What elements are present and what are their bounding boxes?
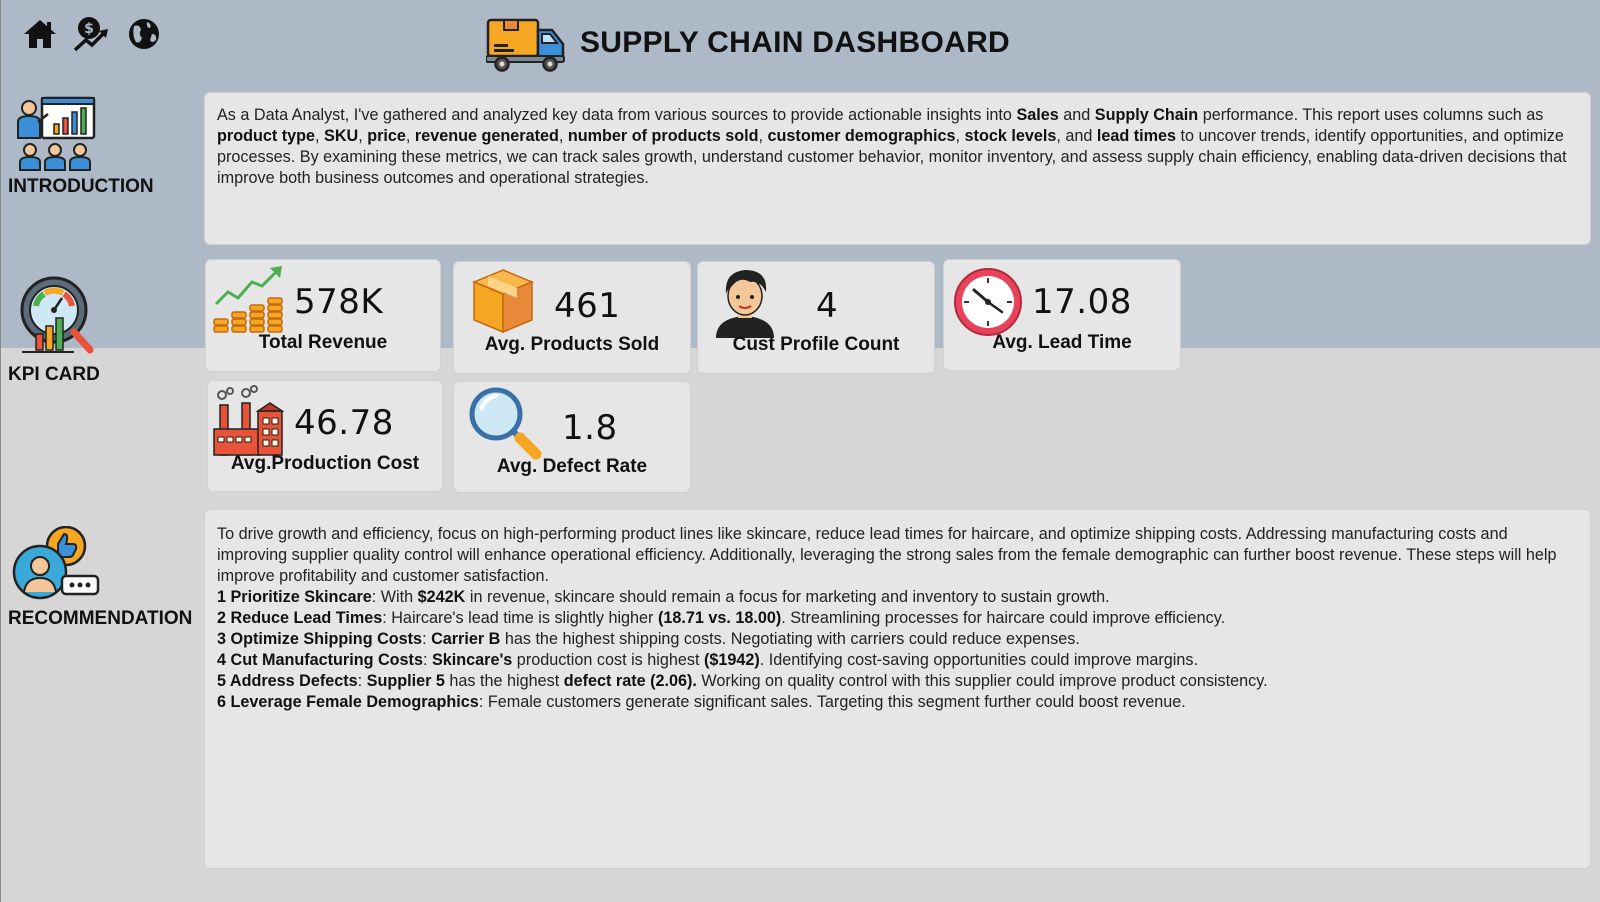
bold-text: 3 Optimize Shipping Costs — [217, 630, 423, 648]
text-segment: As a Data Analyst, I've gathered and ana… — [217, 106, 1017, 124]
recommendation-panel: To drive growth and efficiency, focus on… — [204, 509, 1591, 869]
text-segment: , — [405, 127, 415, 145]
recommendation-item: 6 Leverage Female Demographics: Female c… — [217, 692, 1578, 713]
section-label-kpi: KPI CARD — [8, 364, 100, 385]
text-segment: production cost is highest — [512, 651, 704, 669]
kpi-value-avg-defect-rate: 1.8 — [562, 408, 618, 448]
revenue-growth-icon[interactable]: $ — [72, 14, 112, 54]
text-segment: , — [358, 127, 368, 145]
recommendation-item: 2 Reduce Lead Times: Haircare's lead tim… — [217, 608, 1578, 629]
bold-text: Carrier B — [431, 630, 501, 648]
bold-text: ($1942) — [703, 651, 760, 669]
kpi-label-avg-production-cost: Avg.Production Cost — [230, 453, 420, 474]
bold-text: Skincare's — [431, 651, 513, 669]
bold-text: 5 Address Defects — [217, 672, 358, 690]
introduction-panel: As a Data Analyst, I've gathered and ana… — [204, 92, 1591, 245]
bold-text: Supplier 5 — [366, 672, 445, 690]
text-segment: has the highest — [444, 672, 564, 690]
text-segment: and — [1058, 106, 1095, 124]
kpi-label-avg-products-sold: Avg. Products Sold — [484, 334, 660, 355]
kpi-value-cust-profile-count: 4 — [816, 286, 839, 326]
clock-icon — [954, 268, 1022, 336]
page-title: SUPPLY CHAIN DASHBOARD — [580, 26, 1010, 59]
kpi-section: KPI CARD — [8, 272, 100, 386]
bold-text: number of products sold — [567, 127, 759, 145]
bold-text: revenue generated — [414, 127, 559, 145]
svg-text:$: $ — [84, 21, 94, 37]
text-segment: , — [758, 127, 768, 145]
bold-text: product type — [217, 127, 316, 145]
title-area: SUPPLY CHAIN DASHBOARD — [486, 14, 1010, 72]
kpi-card-cust-profile-count[interactable]: 4 Cust Profile Count — [697, 261, 935, 374]
bold-text: (18.71 vs. 18.00) — [657, 609, 782, 627]
kpi-value-avg-production-cost: 46.78 — [294, 403, 394, 443]
text-segment: : Haircare's lead time is slightly highe… — [382, 609, 658, 627]
globe-icon[interactable] — [124, 14, 164, 54]
text-segment: , — [315, 127, 325, 145]
bold-text: $242K — [417, 588, 466, 606]
kpi-card-avg-defect-rate[interactable]: 1.8 Avg. Defect Rate — [453, 381, 691, 493]
recommendation-intro: To drive growth and efficiency, focus on… — [217, 525, 1557, 585]
feedback-icon — [12, 526, 100, 600]
section-label-recommendation: RECOMMENDATION — [8, 608, 193, 629]
kpi-value-avg-products-sold: 461 — [554, 286, 621, 326]
text-segment: has the highest shipping costs. Negotiat… — [500, 630, 1080, 648]
kpi-value-avg-lead-time: 17.08 — [1032, 282, 1132, 322]
kpi-label-total-revenue: Total Revenue — [258, 332, 388, 353]
text-segment: : Female customers generate significant … — [478, 693, 1186, 711]
text-segment: performance. This report uses columns su… — [1198, 106, 1544, 124]
bold-text: Sales — [1016, 106, 1059, 124]
introduction-section: INTRODUCTION — [8, 96, 154, 198]
bold-text: 2 Reduce Lead Times — [217, 609, 383, 627]
kpi-value-total-revenue: 578K — [294, 282, 384, 322]
bold-text: defect rate (2.06). — [563, 672, 697, 690]
kpi-label-cust-profile-count: Cust Profile Count — [732, 334, 900, 355]
text-segment: . Identifying cost-saving opportunities … — [759, 651, 1198, 669]
recommendation-item: 3 Optimize Shipping Costs: Carrier B has… — [217, 629, 1578, 650]
kpi-card-avg-lead-time[interactable]: 17.08 Avg. Lead Time — [943, 259, 1181, 371]
bold-text: Supply Chain — [1094, 106, 1199, 124]
top-nav: $ — [20, 14, 164, 54]
recommendation-item: 1 Prioritize Skincare: With $242K in rev… — [217, 587, 1578, 608]
text-segment: , and — [1056, 127, 1097, 145]
recommendation-section: RECOMMENDATION — [8, 526, 192, 630]
magnifier-icon — [469, 387, 542, 460]
bold-text: price — [367, 127, 406, 145]
bold-text: lead times — [1096, 127, 1177, 145]
kpi-gauge-icon — [20, 276, 94, 354]
box-icon — [472, 269, 534, 334]
text-segment: , — [955, 127, 965, 145]
left-edge-line — [0, 0, 1, 902]
text-segment: Working on quality control with this sup… — [696, 672, 1268, 690]
kpi-card-avg-products-sold[interactable]: 461 Avg. Products Sold — [453, 261, 691, 374]
bold-text: stock levels — [964, 127, 1057, 145]
home-icon[interactable] — [20, 14, 60, 54]
text-segment: : — [357, 672, 367, 690]
bold-text: customer demographics — [767, 127, 956, 145]
bold-text: SKU — [324, 127, 359, 145]
revenue-chart-icon — [213, 266, 283, 333]
bold-text: 4 Cut Manufacturing Costs — [217, 651, 423, 669]
bold-text: 6 Leverage Female Demographics — [217, 693, 479, 711]
recommendation-list: 1 Prioritize Skincare: With $242K in rev… — [217, 587, 1578, 713]
kpi-label-avg-lead-time: Avg. Lead Time — [992, 332, 1132, 353]
bold-text: 1 Prioritize Skincare — [217, 588, 372, 606]
recommendation-item: 5 Address Defects: Supplier 5 has the hi… — [217, 671, 1578, 692]
kpi-label-avg-defect-rate: Avg. Defect Rate — [496, 456, 648, 477]
text-segment: : With — [371, 588, 418, 606]
kpi-card-avg-production-cost[interactable]: 46.78 Avg.Production Cost — [207, 380, 443, 492]
factory-icon — [213, 385, 284, 456]
presentation-icon — [17, 96, 96, 171]
text-segment: in revenue, skincare should remain a foc… — [465, 588, 1110, 606]
recommendation-item: 4 Cut Manufacturing Costs: Skincare's pr… — [217, 650, 1578, 671]
text-segment: . Streamlining processes for haircare co… — [781, 609, 1226, 627]
introduction-text: As a Data Analyst, I've gathered and ana… — [217, 105, 1578, 189]
text-segment: , — [558, 127, 568, 145]
delivery-truck-icon — [486, 18, 565, 72]
section-label-introduction: INTRODUCTION — [8, 176, 154, 197]
text-segment: : — [422, 651, 432, 669]
customer-avatar-icon — [716, 270, 774, 338]
text-segment: : — [422, 630, 432, 648]
kpi-card-total-revenue[interactable]: 578K Total Revenue — [205, 259, 441, 372]
